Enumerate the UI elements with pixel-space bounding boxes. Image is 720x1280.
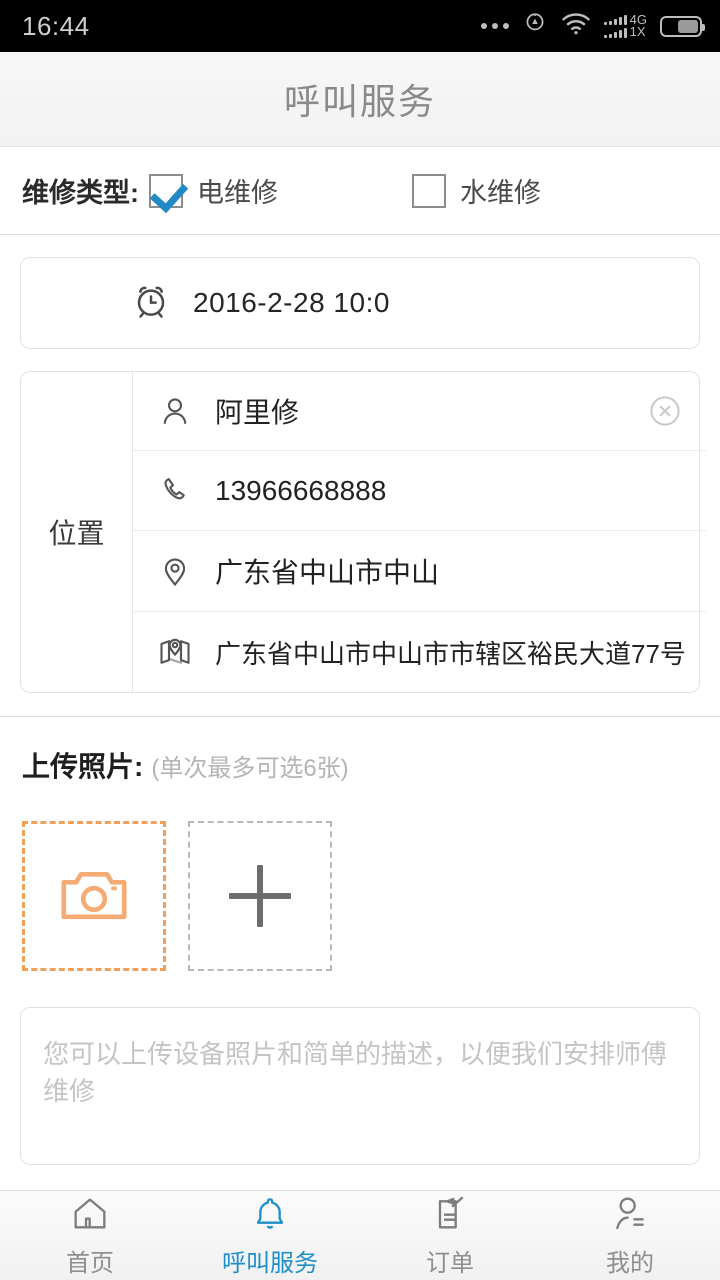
tab-orders[interactable]: 订单 [360,1191,540,1280]
status-icons: 4G 1X [480,11,705,42]
battery-icon [660,15,705,37]
location-row-region[interactable]: 广东省中山市中山 [133,531,706,612]
location-row-phone[interactable]: 13966668888 [133,451,706,531]
page-title: 呼叫服务 [283,81,436,122]
page-header: 呼叫服务 [0,52,720,147]
camera-icon [57,863,131,930]
map-location-icon [157,634,193,670]
home-icon [69,1194,111,1239]
repair-type-label: 维修类型: [22,178,139,208]
location-row-address[interactable]: 广东省中山市中山市市辖区裕民大道77号 [133,612,706,692]
tab-call-service[interactable]: 呼叫服务 [180,1191,360,1280]
checkbox-electrical-label: 电维修 [197,178,278,208]
tab-home-label: 首页 [66,1249,114,1277]
checkbox-water-repair[interactable]: 水维修 [412,171,541,210]
upload-header: 上传照片: (单次最多可选6张) [0,717,720,785]
phone-number-value: 13966668888 [215,474,387,506]
profile-icon [609,1194,651,1239]
add-photo-button[interactable] [188,821,332,971]
tab-profile-label: 我的 [606,1249,654,1277]
description-wrapper [20,1007,700,1190]
tab-call-service-label: 呼叫服务 [222,1249,318,1277]
upload-hint: (单次最多可选6张) [151,755,349,782]
location-row-contact[interactable]: 阿里修 [133,372,706,451]
tab-orders-label: 订单 [426,1249,474,1277]
phone-icon [157,474,193,508]
bell-icon [249,1194,291,1239]
full-address-value: 广东省中山市中山市市辖区裕民大道77号 [215,638,686,669]
checkbox-water-label: 水维修 [460,178,541,208]
location-label: 位置 [21,372,133,692]
take-photo-button[interactable] [22,821,166,971]
upload-boxes [0,785,720,971]
plus-icon [229,865,291,927]
checkbox-electrical-repair[interactable]: 电维修 [149,171,278,210]
tab-home[interactable]: 首页 [0,1191,180,1280]
description-input[interactable] [20,1007,700,1165]
signal-bars-icon: 4G 1X [603,13,647,39]
tab-profile[interactable]: 我的 [540,1191,720,1280]
order-clipboard-icon [429,1194,471,1239]
checkbox-unchecked-icon[interactable] [412,173,446,208]
app-screen: 16:44 4G 1X 呼叫服务 维修类型: 电维修 水维修 2016-2-28… [0,0,720,1280]
map-pin-icon [157,554,193,588]
repair-type-row: 维修类型: 电维修 水维修 [0,147,720,235]
region-value: 广东省中山市中山 [215,557,440,588]
location-rows: 阿里修 13966668888 广东省中山市中山 广东省中山市中山市市辖区裕民大… [133,372,706,692]
status-time: 16:44 [22,10,90,41]
contact-name-value: 阿里修 [215,397,300,428]
person-icon [157,394,193,428]
alarm-clock-icon [131,281,171,326]
alarm-location-icon [522,11,548,42]
more-dots-icon [480,23,509,29]
datetime-value: 2016-2-28 10:0 [193,287,390,318]
location-section: 位置 阿里修 13966668888 广东省中山市中山 广东省中山市中山市市辖区… [20,371,706,693]
bottom-tab-bar: 首页 呼叫服务 订单 我的 [0,1190,720,1280]
checkbox-checked-icon[interactable] [149,173,183,208]
clear-circle-icon[interactable] [648,394,682,428]
network-type-secondary: 1X [629,24,646,39]
upload-title: 上传照片: [22,751,144,782]
status-bar: 16:44 4G 1X [0,0,720,52]
wifi-icon [561,12,591,41]
datetime-picker[interactable]: 2016-2-28 10:0 [20,257,700,349]
